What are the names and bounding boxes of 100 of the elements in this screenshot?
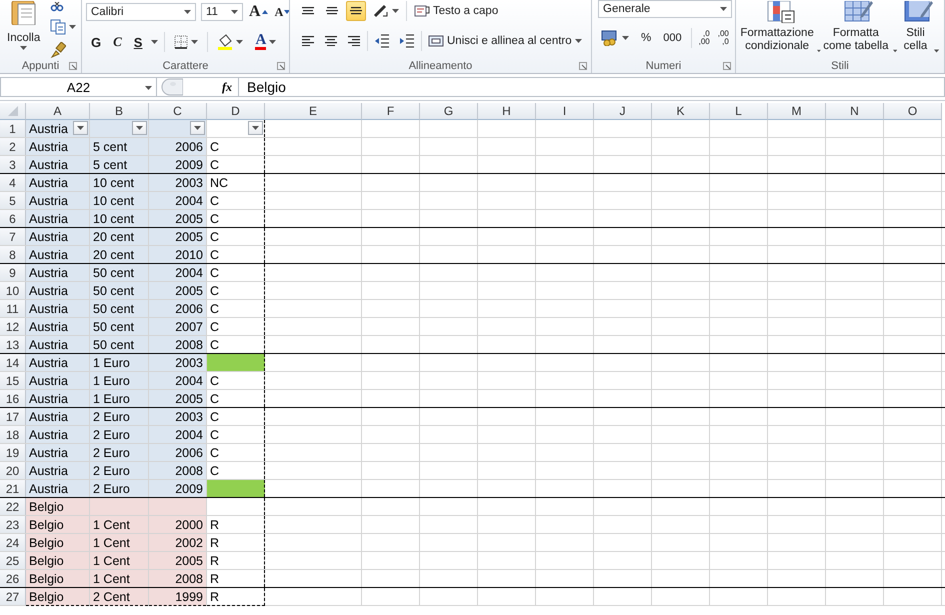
font-size-field[interactable]: 11 <box>201 3 243 21</box>
table-cell: 5 cent <box>90 138 148 155</box>
percent-button[interactable]: % <box>638 30 654 46</box>
column-header[interactable]: H <box>478 103 536 120</box>
row-header[interactable]: 9 <box>0 264 26 281</box>
clipboard-icon <box>10 1 38 25</box>
row-header[interactable]: 23 <box>0 516 26 533</box>
column-header[interactable]: E <box>265 103 362 120</box>
caret-icon <box>20 46 28 50</box>
row-header[interactable]: 10 <box>0 282 26 299</box>
table-cell: C <box>207 336 265 353</box>
row-header[interactable]: 19 <box>0 444 26 461</box>
style-button[interactable]: Formatta come tabella <box>820 0 898 58</box>
table-cell: 2008 <box>149 462 206 479</box>
table-cell: Austria <box>26 174 89 191</box>
table-cell: 2010 <box>149 246 206 263</box>
column-header[interactable]: F <box>362 103 420 120</box>
font-name-field[interactable]: Calibri <box>86 3 196 21</box>
style-button[interactable]: Stili cella <box>898 0 940 58</box>
table-cell: C <box>207 300 265 317</box>
column-header[interactable]: C <box>149 103 207 120</box>
filter-button[interactable] <box>132 121 147 135</box>
row-header[interactable]: 4 <box>0 174 26 191</box>
underline-button[interactable]: S <box>130 32 146 52</box>
row-header[interactable]: 6 <box>0 210 26 227</box>
row-header[interactable]: 2 <box>0 138 26 155</box>
column-header[interactable]: J <box>594 103 652 120</box>
table-cell: C <box>207 228 265 245</box>
row-header[interactable]: 17 <box>0 408 26 425</box>
insert-function-button[interactable]: fx <box>222 80 232 94</box>
row-header[interactable]: 24 <box>0 534 26 551</box>
caret-icon <box>151 40 158 44</box>
row-header[interactable]: 11 <box>0 300 26 317</box>
row-header[interactable]: 27 <box>0 588 26 605</box>
table-cell: C <box>207 444 265 461</box>
group-label: Numeri <box>646 60 682 72</box>
column-header[interactable]: A <box>26 103 90 120</box>
row-header[interactable]: 26 <box>0 570 26 587</box>
increase-decimal-button[interactable]: ,0 ,00 <box>698 29 711 47</box>
table-cell: Austria <box>26 120 89 137</box>
name-box[interactable]: A22 <box>0 77 157 97</box>
table-cell: Austria <box>26 354 89 371</box>
row-header[interactable]: 14 <box>0 354 26 371</box>
filter-button[interactable] <box>190 121 205 135</box>
table-cell: 1 Euro <box>90 372 148 389</box>
row-header[interactable]: 22 <box>0 498 26 515</box>
merge-center-button[interactable]: Unisci e allinea al centro <box>425 32 585 50</box>
table-cell: Austria <box>26 408 89 425</box>
table-cell: 50 cent <box>90 300 148 317</box>
decrease-decimal-button[interactable]: ,00 ,0 <box>716 29 730 47</box>
row-header[interactable]: 25 <box>0 552 26 569</box>
grow-font-button[interactable]: A <box>248 2 269 22</box>
row-header[interactable]: 8 <box>0 246 26 263</box>
font-color-button[interactable]: A <box>252 32 280 52</box>
table-cell: Belgio <box>26 570 89 587</box>
filter-button[interactable] <box>248 121 263 135</box>
align-left-icon <box>302 36 314 46</box>
row-header[interactable]: 16 <box>0 390 26 407</box>
caret-up-icon <box>262 10 268 14</box>
table-cell: Austria <box>26 336 89 353</box>
paste-button[interactable]: Incolla <box>4 0 44 58</box>
filter-button[interactable] <box>73 121 88 135</box>
column-header[interactable]: N <box>826 103 884 120</box>
formula-input[interactable]: Belgio <box>239 77 945 97</box>
italic-button[interactable]: C <box>110 32 125 52</box>
column-header[interactable]: G <box>420 103 478 120</box>
row-header[interactable]: 18 <box>0 426 26 443</box>
column-header[interactable]: L <box>710 103 768 120</box>
column-header[interactable]: B <box>90 103 149 120</box>
row-header[interactable]: 12 <box>0 318 26 335</box>
row-header[interactable]: 5 <box>0 192 26 209</box>
column-header[interactable]: D <box>207 103 265 120</box>
column-header[interactable]: K <box>652 103 710 120</box>
table-cell: 2003 <box>149 354 206 371</box>
column-header[interactable]: M <box>768 103 826 120</box>
table-cell: C <box>207 282 265 299</box>
row-header[interactable]: 7 <box>0 228 26 245</box>
row-header[interactable]: 20 <box>0 462 26 479</box>
bold-button[interactable]: G <box>88 32 104 52</box>
row-header[interactable]: 3 <box>0 156 26 173</box>
thousands-button[interactable]: 000 <box>660 30 685 46</box>
style-button[interactable]: Formattazione condizionale <box>740 0 820 58</box>
shrink-font-button[interactable]: A <box>274 4 289 20</box>
column-header[interactable]: O <box>884 103 942 120</box>
table-cell: Austria <box>26 390 89 407</box>
table-cell: R <box>207 570 265 587</box>
table-cell: C <box>207 372 265 389</box>
wrap-text-button[interactable]: Testo a capo <box>411 2 502 20</box>
number-format-field[interactable]: Generale <box>598 0 732 18</box>
row-header[interactable]: 15 <box>0 372 26 389</box>
table-cell: 2006 <box>149 444 206 461</box>
indent-icon <box>399 34 415 48</box>
column-header[interactable]: I <box>536 103 594 120</box>
table-cell: 2009 <box>149 156 206 173</box>
row-header[interactable]: 1 <box>0 120 26 137</box>
row-header[interactable]: 21 <box>0 480 26 497</box>
row-header[interactable]: 13 <box>0 336 26 353</box>
vertical-align-button[interactable] <box>346 1 366 21</box>
money-icon <box>601 30 619 46</box>
group-label: Appunti <box>22 60 60 72</box>
